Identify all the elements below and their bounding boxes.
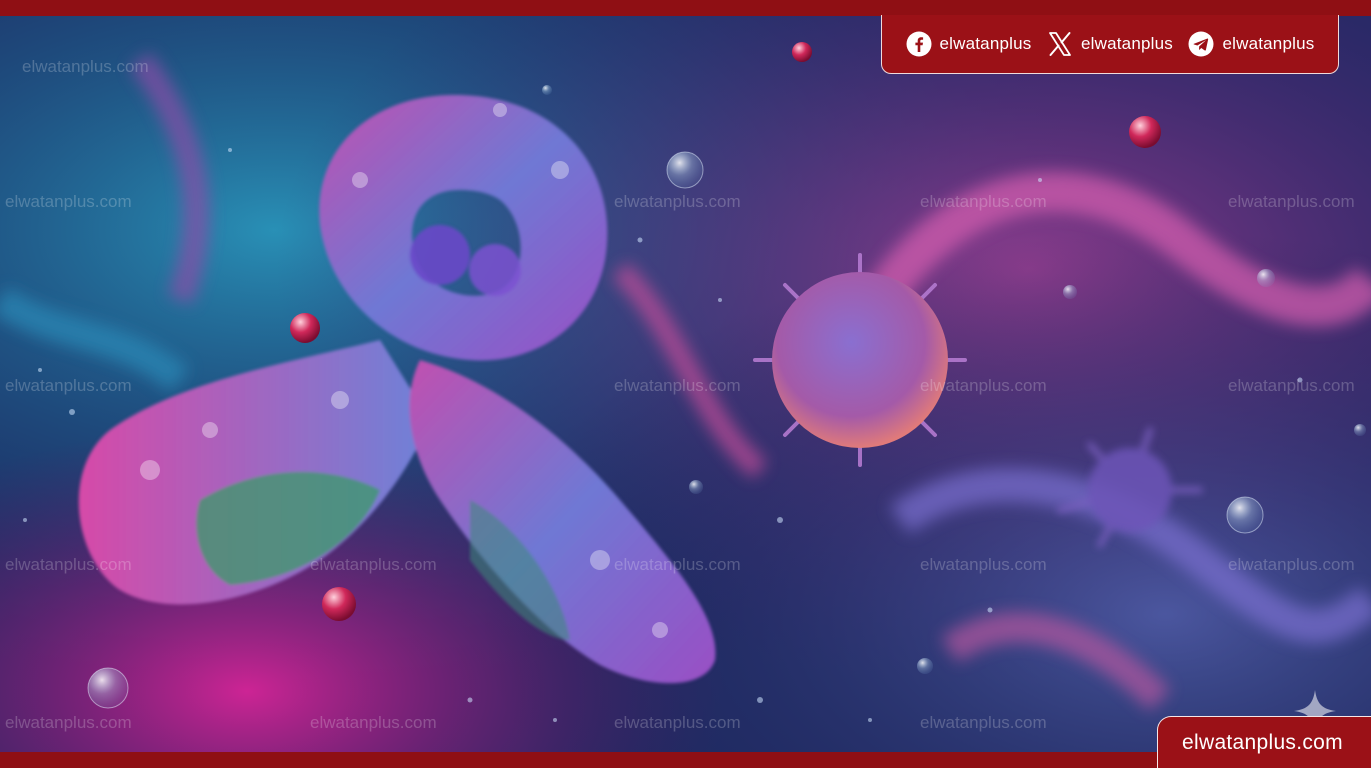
antibody-illustration (0, 0, 1371, 768)
telegram-icon (1188, 31, 1214, 57)
facebook-icon (906, 31, 932, 57)
x-icon (1047, 31, 1073, 57)
top-brand-bar (0, 0, 1371, 16)
site-brand-tab[interactable]: elwatanplus.com (1157, 716, 1371, 768)
facebook-handle: elwatanplus (939, 34, 1032, 53)
social-telegram[interactable]: elwatanplus (1188, 31, 1314, 57)
virus-particle (753, 253, 967, 467)
social-x[interactable]: elwatanplus (1047, 31, 1173, 57)
image-frame: elwatanplus.com elwatanplus.com elwatanp… (0, 0, 1371, 768)
social-facebook[interactable]: elwatanplus (906, 31, 1032, 57)
social-links-box: elwatanplus elwatanplus elwatanplus (881, 15, 1339, 74)
x-handle: elwatanplus (1080, 34, 1173, 53)
telegram-handle: elwatanplus (1222, 34, 1315, 53)
